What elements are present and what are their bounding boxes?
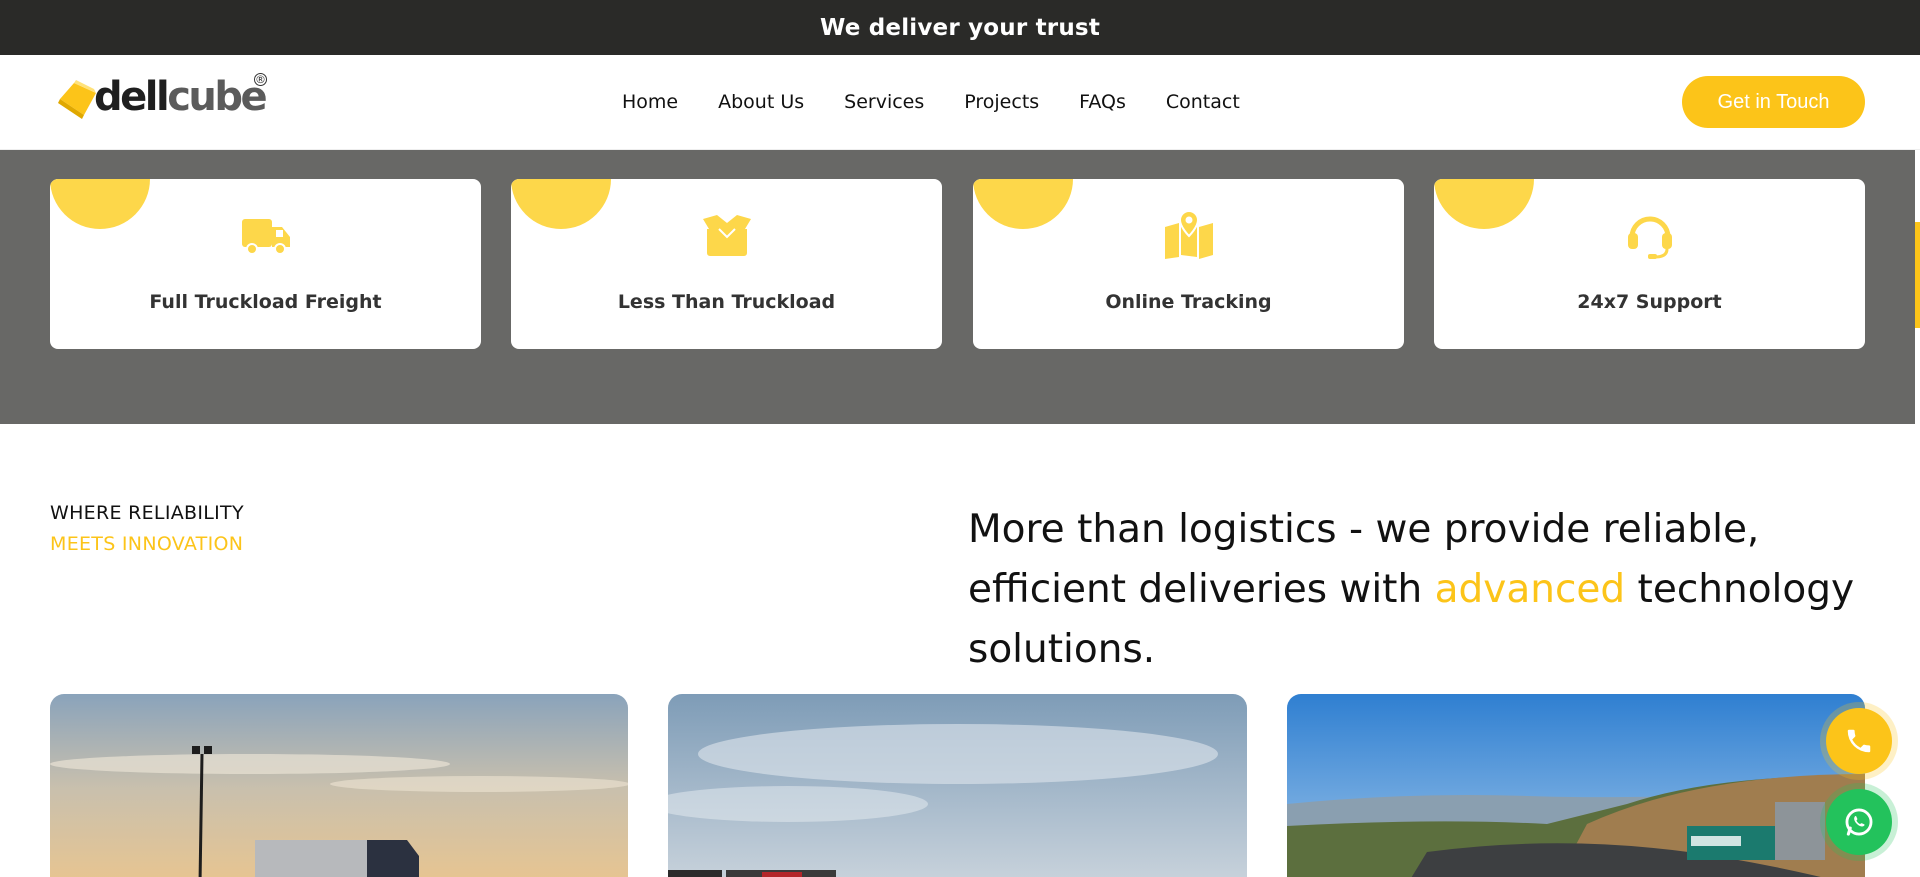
section-eyebrow-line1: WHERE RELIABILITY — [50, 502, 244, 524]
project-photo-highway-trucks[interactable] — [668, 694, 1247, 877]
truck-icon — [241, 219, 290, 255]
phone-icon — [1847, 729, 1871, 753]
card-accent-circle — [973, 179, 1073, 229]
feature-card-less-than-truckload[interactable]: Less Than Truckload — [511, 179, 942, 349]
site-header: dellcube ® Home About Us Services Projec… — [0, 55, 1920, 150]
card-accent-circle — [50, 179, 150, 229]
map-pin-icon — [1164, 211, 1213, 259]
announcement-bar: We deliver your trust — [0, 0, 1920, 55]
logo-cube-icon — [58, 80, 96, 119]
feature-card-support[interactable]: 24x7 Support — [1434, 179, 1865, 349]
headline-highlight: advanced — [1434, 567, 1626, 612]
nav-projects[interactable]: Projects — [964, 91, 1039, 113]
get-in-touch-button[interactable]: Get in Touch — [1682, 76, 1865, 128]
open-box-icon — [702, 215, 751, 256]
call-button[interactable] — [1826, 708, 1892, 774]
section-eyebrow-line2: MEETS INNOVATION — [50, 533, 244, 555]
headset-icon — [1627, 216, 1672, 259]
main-nav: Home About Us Services Projects FAQs Con… — [622, 91, 1280, 113]
feature-card-full-truckload[interactable]: Full Truckload Freight — [50, 179, 481, 349]
card-accent-circle — [1434, 179, 1534, 229]
logo[interactable]: dellcube ® — [56, 73, 268, 120]
nav-about-us[interactable]: About Us — [718, 91, 804, 113]
feature-label: Online Tracking — [1105, 291, 1272, 313]
logo-wordmark: dellcube — [94, 74, 268, 120]
whatsapp-icon — [1845, 808, 1873, 836]
feature-label: Full Truckload Freight — [149, 291, 382, 313]
nav-faqs[interactable]: FAQs — [1079, 91, 1126, 113]
registered-mark: ® — [254, 73, 267, 86]
feature-label: Less Than Truckload — [617, 291, 836, 313]
nav-home[interactable]: Home — [622, 91, 678, 113]
project-photo-sunset-truck[interactable] — [50, 694, 628, 877]
section-headline: More than logistics - we provide reliabl… — [968, 507, 1855, 672]
nav-services[interactable]: Services — [844, 91, 924, 113]
feature-label: 24x7 Support — [1577, 291, 1722, 313]
announcement-text: We deliver your trust — [819, 14, 1101, 41]
whatsapp-button[interactable] — [1826, 789, 1892, 855]
scroll-indicator[interactable] — [1915, 222, 1920, 328]
nav-contact[interactable]: Contact — [1166, 91, 1240, 113]
card-accent-circle — [511, 179, 611, 229]
feature-card-online-tracking[interactable]: Online Tracking — [973, 179, 1404, 349]
features-band: Full Truckload Freight Less Than Trucklo… — [0, 150, 1915, 424]
project-photo-mountain-road[interactable] — [1287, 694, 1865, 877]
